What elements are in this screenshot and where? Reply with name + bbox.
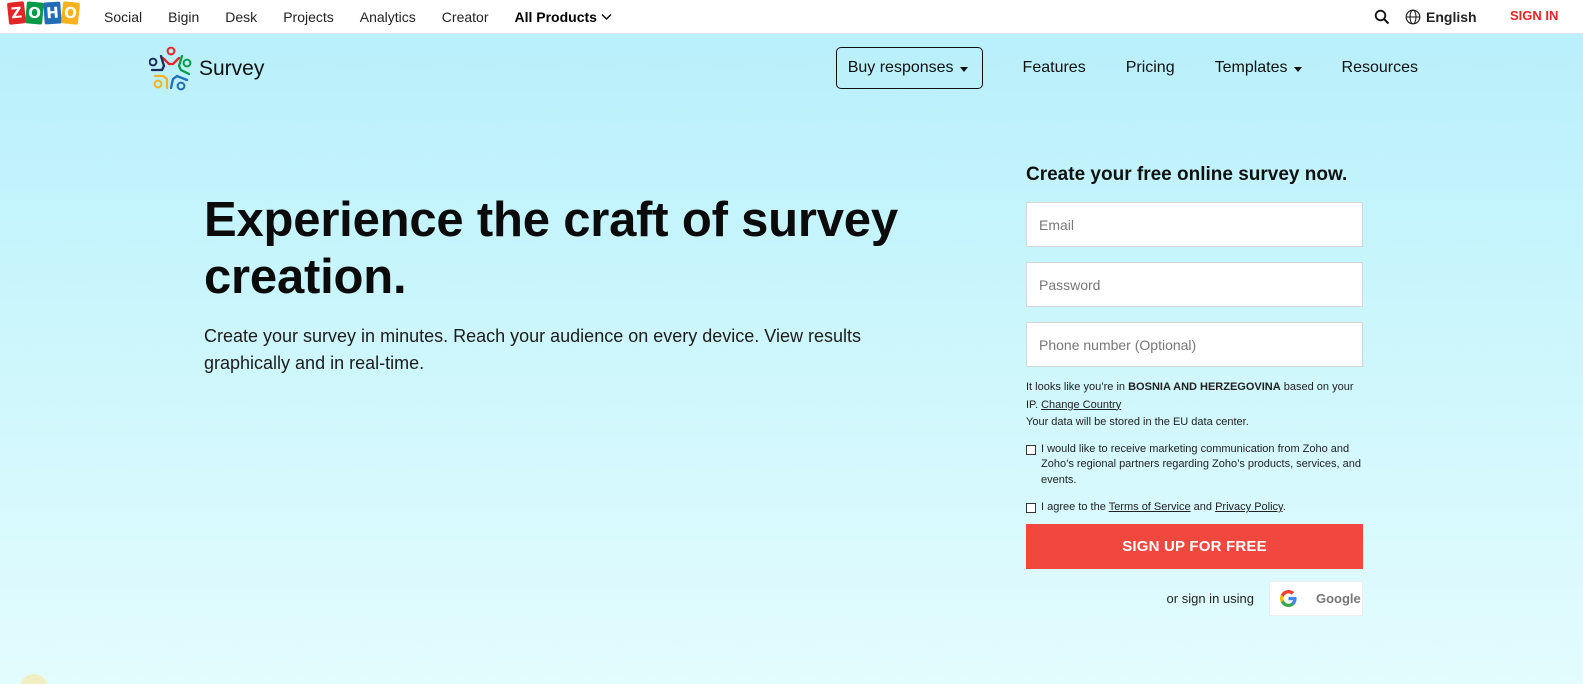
detected-country: BOSNIA AND HERZEGOVINA	[1128, 381, 1281, 393]
terms-checkbox[interactable]	[1026, 503, 1036, 513]
chevron-down-icon	[601, 13, 612, 21]
terms-row[interactable]: I agree to the Terms of Service and Priv…	[1026, 500, 1363, 516]
product-link-desk[interactable]: Desk	[225, 9, 257, 25]
google-icon	[1280, 589, 1297, 607]
nav-resources[interactable]: Resources	[1342, 59, 1418, 77]
main-nav: Buy responses Features Pricing Templates…	[835, 47, 1418, 89]
terms-and: and	[1193, 501, 1213, 513]
email-field[interactable]	[1026, 202, 1363, 247]
terms-of-service-link[interactable]: Terms of Service	[1109, 501, 1191, 513]
globe-icon[interactable]	[1405, 9, 1421, 25]
terms-suffix: .	[1282, 501, 1286, 513]
all-products-menu[interactable]: All Products	[514, 9, 612, 25]
product-link-analytics[interactable]: Analytics	[360, 9, 416, 25]
signup-form: Create your free online survey now. It l…	[1026, 164, 1363, 616]
survey-logo-icon	[149, 46, 192, 91]
buy-responses-button[interactable]: Buy responses	[835, 47, 983, 89]
zoho-logo[interactable]: Z O H O	[6, 1, 81, 25]
marketing-consent-row[interactable]: I would like to receive marketing commun…	[1026, 442, 1363, 489]
products-nav: Social Bigin Desk Projects Analytics Cre…	[104, 0, 638, 34]
sign-up-button[interactable]: SIGN UP FOR FREE	[1026, 523, 1363, 569]
all-products-label: All Products	[514, 9, 597, 25]
product-link-social[interactable]: Social	[104, 9, 142, 25]
password-field[interactable]	[1026, 262, 1363, 307]
product-link-creator[interactable]: Creator	[442, 9, 489, 25]
zoho-logo-letter: O	[60, 1, 81, 25]
sign-in-link[interactable]: SIGN IN	[1510, 8, 1558, 23]
zoho-logo-letter: O	[25, 1, 44, 25]
terms-text: I agree to the Terms of Service and Priv…	[1041, 500, 1286, 516]
zoho-logo-letter: Z	[6, 1, 27, 25]
decorative-corner-shape	[20, 674, 48, 684]
privacy-policy-link[interactable]: Privacy Policy	[1215, 501, 1283, 513]
marketing-consent-checkbox[interactable]	[1026, 444, 1036, 455]
nav-features[interactable]: Features	[1023, 59, 1086, 77]
marketing-consent-text: I would like to receive marketing commun…	[1041, 442, 1361, 486]
hero-title: Experience the craft of survey creation.	[204, 193, 898, 304]
nav-templates[interactable]: Templates	[1215, 59, 1302, 77]
change-country-link[interactable]: Change Country	[1041, 399, 1121, 411]
caret-down-icon	[1293, 66, 1302, 72]
data-center-note: Your data will be stored in the EU data …	[1026, 416, 1249, 428]
language-selector[interactable]: English	[1426, 9, 1477, 25]
search-icon[interactable]	[1374, 9, 1390, 25]
hero-subtitle: Create your survey in minutes. Reach you…	[204, 326, 861, 373]
buy-responses-label: Buy responses	[847, 59, 954, 76]
product-link-projects[interactable]: Projects	[283, 9, 334, 25]
survey-brand[interactable]: Survey	[149, 46, 264, 92]
product-link-bigin[interactable]: Bigin	[168, 9, 199, 25]
phone-field[interactable]	[1026, 322, 1363, 367]
form-title: Create your free online survey now.	[1026, 164, 1348, 185]
geo-notice: It looks like you’re in BOSNIA AND HERZE…	[1026, 379, 1363, 432]
google-sign-in-button[interactable]: Google	[1269, 580, 1363, 616]
alt-sign-in-label: or sign in using	[1166, 590, 1254, 606]
nav-templates-label: Templates	[1214, 59, 1288, 76]
brand-name: Survey	[199, 57, 265, 80]
geo-prefix: It looks like you’re in	[1026, 381, 1126, 393]
nav-pricing[interactable]: Pricing	[1126, 59, 1175, 77]
global-topbar: Z O H O Social Bigin Desk Projects Analy…	[0, 0, 1583, 34]
zoho-logo-letter: H	[43, 1, 62, 25]
caret-down-icon	[959, 66, 968, 72]
google-label: Google	[1316, 590, 1361, 606]
alternate-sign-in: or sign in using Google	[1026, 580, 1363, 616]
terms-prefix: I agree to the	[1041, 501, 1106, 513]
